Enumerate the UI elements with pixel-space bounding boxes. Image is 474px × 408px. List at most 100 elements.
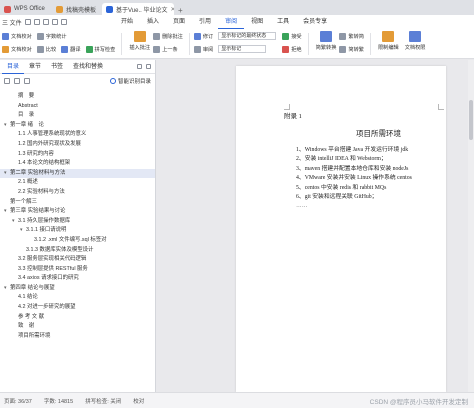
toc-item[interactable]: 摘 要 xyxy=(0,92,155,102)
scrollbar-thumb[interactable] xyxy=(469,100,473,140)
toc-level-icon[interactable] xyxy=(24,78,30,84)
toc-item[interactable]: 1.2 国内外研究现状及发展 xyxy=(0,140,155,150)
translate-button[interactable]: 翻译 xyxy=(61,45,81,53)
toc-item[interactable]: ▾ 第三章 实验结果与讨论 xyxy=(0,207,155,217)
toc-item[interactable]: ▾ 第四章 结论与展望 xyxy=(0,284,155,294)
spellcheck-status[interactable]: 拼写检查: 关闭 xyxy=(85,397,121,405)
appendix-label: 附录 1 xyxy=(284,113,302,120)
tab-template[interactable]: 找稿壳模板 xyxy=(52,3,102,15)
compare-icon xyxy=(36,45,44,53)
page-indicator[interactable]: 页面: 36/37 xyxy=(4,397,32,405)
button-label: 比较 xyxy=(45,46,57,53)
toc-item[interactable]: 1.4 本论文的结构框架 xyxy=(0,159,155,169)
toc-item[interactable]: Abstract xyxy=(0,102,155,112)
toc-item-label: 4.2 对进一步研究的展望 xyxy=(18,304,76,311)
review-pane-button[interactable]: 审阅 xyxy=(193,45,213,53)
toc-item[interactable]: 参 考 文 献 xyxy=(0,313,155,323)
tab-review[interactable]: 审阅 xyxy=(218,15,245,29)
print-icon[interactable] xyxy=(33,19,40,25)
delete-comment-button[interactable]: 删除批注 xyxy=(153,32,183,40)
nav-tab-find-replace[interactable]: 查找和替换 xyxy=(68,60,108,74)
tab-member[interactable]: 会员专享 xyxy=(296,15,334,29)
toc-item[interactable]: ▾ 3.1.1 接口请说明 xyxy=(0,226,155,236)
toc-item[interactable]: 1.1 人事管理系统现状的意义 xyxy=(0,130,155,140)
show-markup-select[interactable]: 显示标记 xyxy=(218,45,267,53)
track-changes-button[interactable]: 修订 xyxy=(193,32,213,40)
toc-item[interactable]: 3.1.3 数据库实体及模型设计 xyxy=(0,246,155,256)
toc-item-label: 摘 要 xyxy=(18,93,35,99)
toc-item[interactable]: 项目所需环境 xyxy=(0,332,155,342)
file-menu[interactable]: 三 文件 xyxy=(2,18,22,27)
toc-list: 摘 要 Abstract 目 录 ▾ 第一章 绪 论 1.1 人事管理系统现状的意义 1.2… xyxy=(0,88,155,341)
tab-label: WPS Office xyxy=(14,6,45,12)
doc-proofread-button[interactable]: 文档校对 xyxy=(2,45,32,53)
document-permission-button[interactable]: 文档权限 xyxy=(405,31,426,51)
nav-tab-toc[interactable]: 目录 xyxy=(2,60,25,74)
toc-item[interactable]: 1.3 研究的内容 xyxy=(0,150,155,160)
smart-toc-button[interactable]: 智能识别目录 xyxy=(109,77,151,85)
previous-comment-button[interactable]: 上一条 xyxy=(153,45,178,53)
pin-icon[interactable] xyxy=(137,64,142,69)
accept-button[interactable]: 接受 xyxy=(282,32,302,40)
tracking-group: 修订 显示标记的最终状态 审阅 显示标记 xyxy=(193,31,277,54)
restrict-editing-button[interactable]: 限制编辑 xyxy=(378,31,399,51)
simp-to-trad-button[interactable]: 简转繁 xyxy=(339,45,364,53)
toc-item-label: Abstract xyxy=(18,102,38,109)
close-pane-icon[interactable] xyxy=(146,64,151,69)
expand-all-icon[interactable] xyxy=(4,78,10,84)
word-count-button[interactable]: 字数统计 xyxy=(36,32,67,40)
tab-tools[interactable]: 工具 xyxy=(270,15,296,29)
tab-view[interactable]: 视图 xyxy=(244,15,270,29)
tab-home[interactable]: 开始 xyxy=(114,15,140,29)
toc-item[interactable]: 2.2 实验材料与方法 xyxy=(0,188,155,198)
insert-comment-button[interactable]: 插入批注 xyxy=(129,31,150,51)
toc-item[interactable]: ▾ 第二章 实验材料与方法 xyxy=(0,168,155,179)
toc-item-label: 3.1.2 .xml 文件编写.sql 标签对 xyxy=(34,236,107,243)
compare-button[interactable]: 比较 xyxy=(36,45,57,53)
tab-page[interactable]: 页面 xyxy=(166,15,192,29)
toc-item[interactable]: 3.1.2 .xml 文件编写.sql 标签对 xyxy=(0,236,155,246)
list-item: 2、安装 intelliJ IDEA 和 Webstorm； xyxy=(296,156,387,163)
button-label: 上一条 xyxy=(162,46,178,53)
markup-display-select[interactable]: 显示标记的最终状态 xyxy=(218,32,277,40)
proofread-button[interactable]: 文档校对 xyxy=(2,32,32,40)
button-label: 拒绝 xyxy=(291,46,302,53)
preview-icon[interactable] xyxy=(42,19,49,25)
tab-insert[interactable]: 插入 xyxy=(140,15,166,29)
proofread-status[interactable]: 校对 xyxy=(133,397,144,405)
save-icon[interactable] xyxy=(24,19,31,25)
redo-icon[interactable] xyxy=(60,19,67,25)
chinese-conversion-button[interactable]: 简繁转换 xyxy=(316,31,336,51)
toc-item[interactable]: 3.3 控制层提供 RESTful 服务 xyxy=(0,265,155,275)
trad-to-simp-button[interactable]: 繁转简 xyxy=(339,32,364,40)
word-count[interactable]: 字数: 14815 xyxy=(44,397,73,405)
tab-thesis-document[interactable]: 基于Vue.. 毕业论文 ✕ xyxy=(102,3,174,15)
toc-item[interactable]: 目 录 xyxy=(0,111,155,121)
collapse-all-icon[interactable] xyxy=(14,78,20,84)
toc-item[interactable]: 4.2 对进一步研究的展望 xyxy=(0,303,155,313)
spellcheck-button[interactable]: 拼写检查 xyxy=(85,45,115,53)
reject-button[interactable]: 拒绝 xyxy=(282,45,302,53)
nav-tab-bookmarks[interactable]: 书签 xyxy=(46,60,68,74)
toc-item[interactable]: 3.4 axios 请求接口的研究 xyxy=(0,274,155,284)
toc-item[interactable]: ▾ 第一章 绪 论 xyxy=(0,121,155,131)
toc-item[interactable]: 3.2 服务层实现相关代码逻辑 xyxy=(0,255,155,265)
toc-item[interactable]: 第一个解三 xyxy=(0,198,155,208)
toc-item-label: 1.4 本论文的结构框架 xyxy=(18,160,71,167)
list-item: 6、git 安装和远程关联 GitHub； xyxy=(296,193,378,200)
document-page[interactable]: 附录 1 项目所需环境 1、Windows 平台搭建 Java 开发运行环境 j… xyxy=(236,66,446,392)
toc-item[interactable]: 2.1 概述 xyxy=(0,178,155,188)
toc-item[interactable]: 4.1 结论 xyxy=(0,293,155,303)
toc-item[interactable]: 致 谢 xyxy=(0,322,155,332)
review-pane-icon xyxy=(193,45,201,53)
toc-item[interactable]: ▾ 3.1 持久层操作数据库 xyxy=(0,217,155,227)
tab-wps-office[interactable]: WPS Office xyxy=(0,3,52,15)
nav-tab-chapters[interactable]: 章节 xyxy=(24,60,46,74)
margin-corner-mark xyxy=(438,104,444,110)
list-item: 1、Windows 平台搭建 Java 开发运行环境 jdk xyxy=(296,147,409,153)
new-tab-plus-icon[interactable]: + xyxy=(174,6,187,15)
undo-icon[interactable] xyxy=(51,19,58,25)
vertical-scrollbar[interactable] xyxy=(468,60,474,392)
track-changes-icon xyxy=(193,32,201,40)
tab-references[interactable]: 引用 xyxy=(192,15,218,29)
